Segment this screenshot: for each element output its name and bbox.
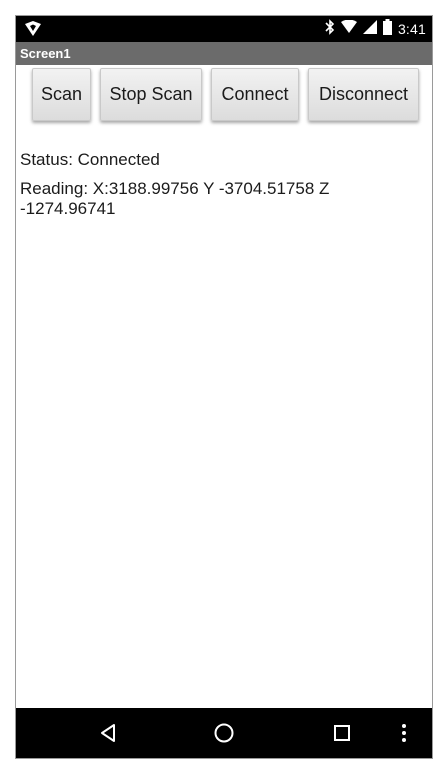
- battery-icon: [382, 18, 392, 40]
- more-icon[interactable]: [392, 708, 416, 758]
- home-icon[interactable]: [204, 708, 244, 758]
- status-bar: 3:41: [16, 16, 432, 42]
- app-shield-icon: [24, 20, 44, 38]
- main-content: Scan Stop Scan Connect Disconnect Status…: [16, 65, 432, 708]
- wifi-icon: [340, 19, 357, 39]
- status-label: Status: Connected: [20, 150, 160, 169]
- connect-button[interactable]: Connect: [211, 68, 299, 121]
- cell-signal-icon: [362, 19, 377, 39]
- app-title: Screen1: [20, 46, 71, 61]
- app-title-bar: Screen1: [16, 42, 432, 65]
- bluetooth-icon: [325, 18, 335, 40]
- navigation-bar: [16, 708, 432, 758]
- back-icon[interactable]: [88, 708, 128, 758]
- recents-icon[interactable]: [322, 708, 362, 758]
- reading-label: Reading: X:3188.99756 Y -3704.51758 Z -1…: [20, 179, 330, 218]
- scan-button[interactable]: Scan: [32, 68, 91, 121]
- status-time: 3:41: [397, 21, 426, 37]
- phone-screen: 3:41 Screen1 Scan Stop Scan Connect Disc…: [16, 16, 432, 758]
- stop-scan-button[interactable]: Stop Scan: [100, 68, 202, 121]
- disconnect-button[interactable]: Disconnect: [308, 68, 419, 121]
